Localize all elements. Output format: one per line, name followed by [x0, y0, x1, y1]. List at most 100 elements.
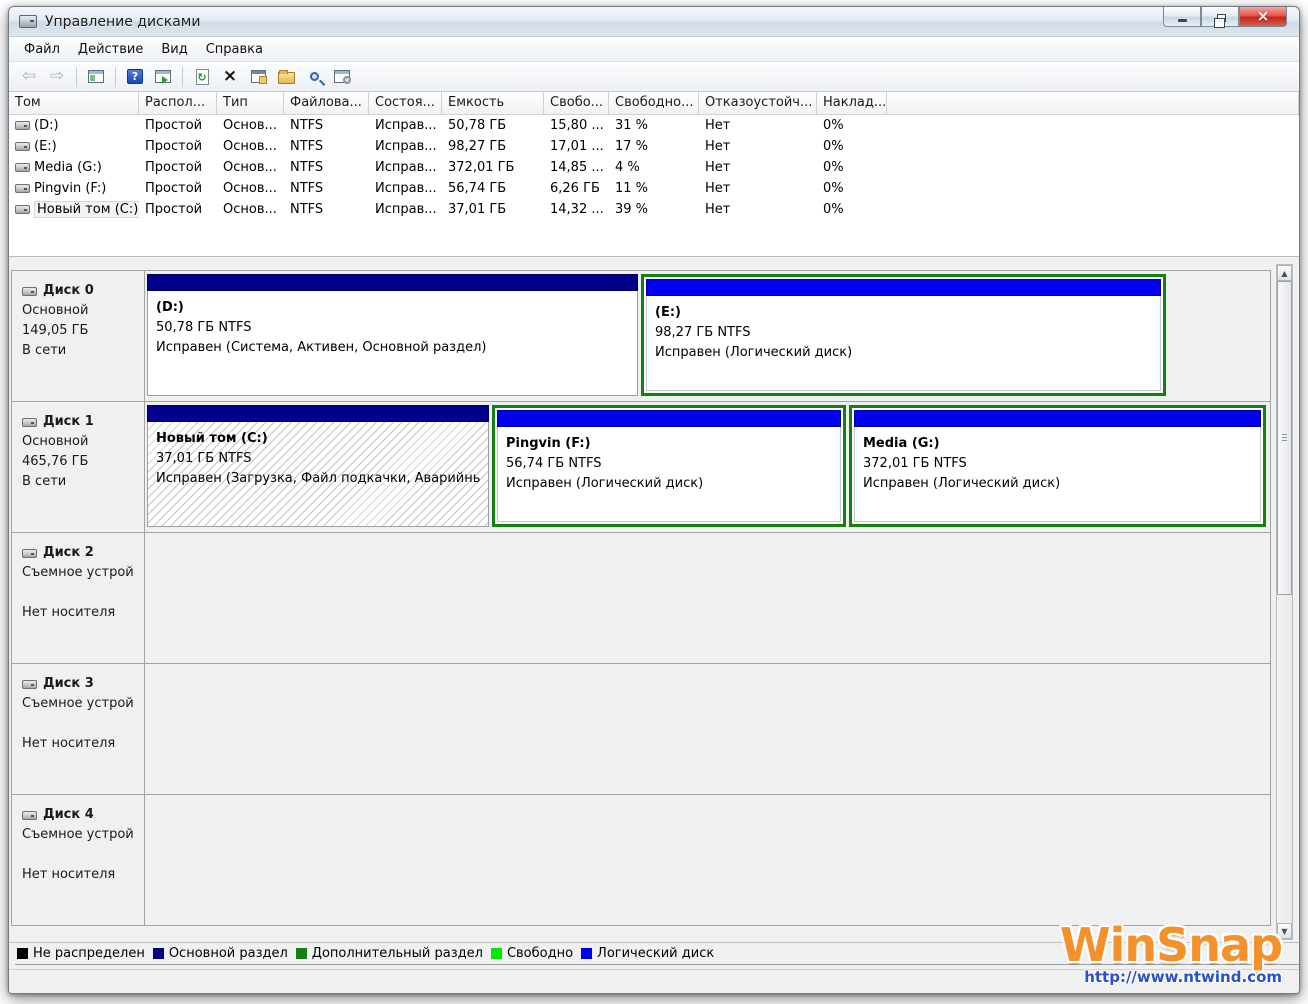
partition-c-selected[interactable]: Новый том (C:) 37,01 ГБ NTFS Исправен (З…: [147, 405, 489, 527]
action-pane-icon: [155, 70, 171, 83]
column-overhead[interactable]: Наклад...: [817, 92, 887, 114]
partition-e[interactable]: (E:) 98,27 ГБ NTFS Исправен (Логический …: [641, 274, 1166, 396]
refresh-button[interactable]: ↻: [190, 65, 214, 89]
partition-g[interactable]: Media (G:) 372,01 ГБ NTFS Исправен (Логи…: [849, 405, 1266, 527]
cell-layout: Простой: [139, 160, 217, 175]
legend-label: Дополнительный раздел: [312, 946, 483, 961]
column-type[interactable]: Тип: [217, 92, 284, 114]
menu-file[interactable]: Файл: [15, 39, 69, 60]
settings-button[interactable]: [330, 65, 354, 89]
legend-bar: Не распределен Основной раздел Дополните…: [9, 942, 1299, 969]
cell-layout: Простой: [139, 118, 217, 133]
toolbar-separator: [76, 67, 77, 87]
open-folder-icon: [278, 72, 295, 84]
forward-button[interactable]: ⇨: [45, 65, 69, 89]
delete-icon: ×: [223, 68, 237, 85]
menu-help[interactable]: Справка: [197, 39, 272, 60]
cell-free-pct: 31 %: [609, 118, 699, 133]
console-tree-button[interactable]: [84, 65, 108, 89]
cell-fault: Нет: [699, 202, 817, 217]
disk-icon: [22, 287, 37, 296]
help-button[interactable]: ?: [123, 65, 147, 89]
partition-status: Исправен (Логический диск): [655, 343, 1152, 363]
cell-capacity: 50,78 ГБ: [442, 118, 544, 133]
menu-view[interactable]: Вид: [152, 39, 196, 60]
legend-free: Свободно: [489, 946, 579, 965]
graphical-view: Диск 0 Основной 149,05 ГБ В сети (D:) 50…: [9, 263, 1299, 942]
open-button[interactable]: [274, 65, 298, 89]
removable-disk-icon: [22, 549, 37, 558]
column-layout[interactable]: Распол...: [139, 92, 217, 114]
app-icon: [19, 15, 37, 28]
column-filesystem[interactable]: Файлова...: [284, 92, 369, 114]
vertical-scrollbar[interactable]: ▲ ▼: [1276, 264, 1293, 940]
column-free-pct[interactable]: Свободно...: [609, 92, 699, 114]
action-pane-button[interactable]: [151, 65, 175, 89]
minimize-icon: [1178, 19, 1187, 22]
partition-label: Новый том (C:): [156, 429, 480, 449]
column-status[interactable]: Состоя...: [369, 92, 442, 114]
partition-label: (D:): [156, 298, 629, 318]
disk-header-3[interactable]: Диск 3 Съемное устрой Нет носителя: [12, 664, 145, 794]
close-button[interactable]: ×: [1239, 7, 1287, 27]
cell-layout: Простой: [139, 139, 217, 154]
disk-header-4[interactable]: Диск 4 Съемное устрой Нет носителя: [12, 795, 145, 925]
table-row-selected[interactable]: Новый том (C:) Простой Основ... NTFS Исп…: [9, 199, 1299, 220]
menu-action[interactable]: Действие: [69, 39, 152, 60]
back-button[interactable]: ⇦: [17, 65, 41, 89]
find-button[interactable]: [302, 65, 326, 89]
column-fault-tolerance[interactable]: Отказоустойч...: [699, 92, 817, 114]
volume-icon: [15, 205, 30, 214]
volume-name: (D:): [34, 118, 59, 133]
scroll-up-arrow[interactable]: ▲: [1277, 265, 1292, 281]
cell-type: Основ...: [217, 160, 284, 175]
cell-free: 6,26 ГБ: [544, 181, 609, 196]
window-title: Управление дисками: [45, 14, 200, 30]
cell-fault: Нет: [699, 181, 817, 196]
column-free[interactable]: Свобо...: [544, 92, 609, 114]
properties-button[interactable]: [246, 65, 270, 89]
partition-size: 56,74 ГБ NTFS: [506, 454, 832, 474]
disk-type: Основной: [22, 301, 140, 321]
cell-free: 17,01 ...: [544, 139, 609, 154]
disk-row-2: Диск 2 Съемное устрой Нет носителя: [11, 532, 1271, 664]
table-row[interactable]: Pingvin (F:) Простой Основ... NTFS Испра…: [9, 178, 1299, 199]
disk-row-1: Диск 1 Основной 465,76 ГБ В сети Новый т…: [11, 401, 1271, 533]
console-tree-icon: [88, 70, 104, 83]
volume-list: Том Распол... Тип Файлова... Состоя... Е…: [9, 92, 1299, 257]
partition-status: Исправен (Логический диск): [506, 474, 832, 494]
cell-type: Основ...: [217, 181, 284, 196]
empty-partition-area: [145, 533, 1270, 663]
status-strip: [9, 969, 1299, 993]
logical-partition-bar: [646, 279, 1161, 296]
partition-size: 98,27 ГБ NTFS: [655, 323, 1152, 343]
restore-button[interactable]: [1201, 7, 1239, 27]
legend-fill-line: [720, 951, 1299, 965]
partition-d[interactable]: (D:) 50,78 ГБ NTFS Исправен (Система, Ак…: [147, 274, 638, 396]
table-row[interactable]: Media (G:) Простой Основ... NTFS Исправ.…: [9, 157, 1299, 178]
cell-fs: NTFS: [284, 139, 369, 154]
partition-f[interactable]: Pingvin (F:) 56,74 ГБ NTFS Исправен (Лог…: [492, 405, 846, 527]
disk-header-1[interactable]: Диск 1 Основной 465,76 ГБ В сети: [12, 402, 145, 532]
logical-partition-bar: [497, 410, 841, 427]
delete-button[interactable]: ×: [218, 65, 242, 89]
minimize-button[interactable]: [1163, 7, 1201, 27]
partition-label: Media (G:): [863, 434, 1252, 454]
table-row[interactable]: (D:) Простой Основ... NTFS Исправ... 50,…: [9, 115, 1299, 136]
scrollbar-thumb[interactable]: [1277, 281, 1292, 595]
free-swatch: [491, 948, 502, 959]
partition-status: Исправен (Система, Активен, Основной раз…: [156, 338, 629, 358]
properties-icon: [251, 70, 266, 83]
disk-type: Основной: [22, 432, 140, 452]
legend-label: Свободно: [507, 946, 573, 961]
removable-disk-icon: [22, 680, 37, 689]
volume-icon: [15, 184, 30, 193]
logical-partition-bar: [854, 410, 1261, 427]
column-volume[interactable]: Том: [9, 92, 139, 114]
disk-header-0[interactable]: Диск 0 Основной 149,05 ГБ В сети: [12, 271, 145, 401]
titlebar[interactable]: Управление дисками ×: [9, 7, 1299, 37]
column-capacity[interactable]: Емкость: [442, 92, 544, 114]
table-row[interactable]: (E:) Простой Основ... NTFS Исправ... 98,…: [9, 136, 1299, 157]
scroll-down-arrow[interactable]: ▼: [1277, 923, 1292, 939]
disk-header-2[interactable]: Диск 2 Съемное устрой Нет носителя: [12, 533, 145, 663]
